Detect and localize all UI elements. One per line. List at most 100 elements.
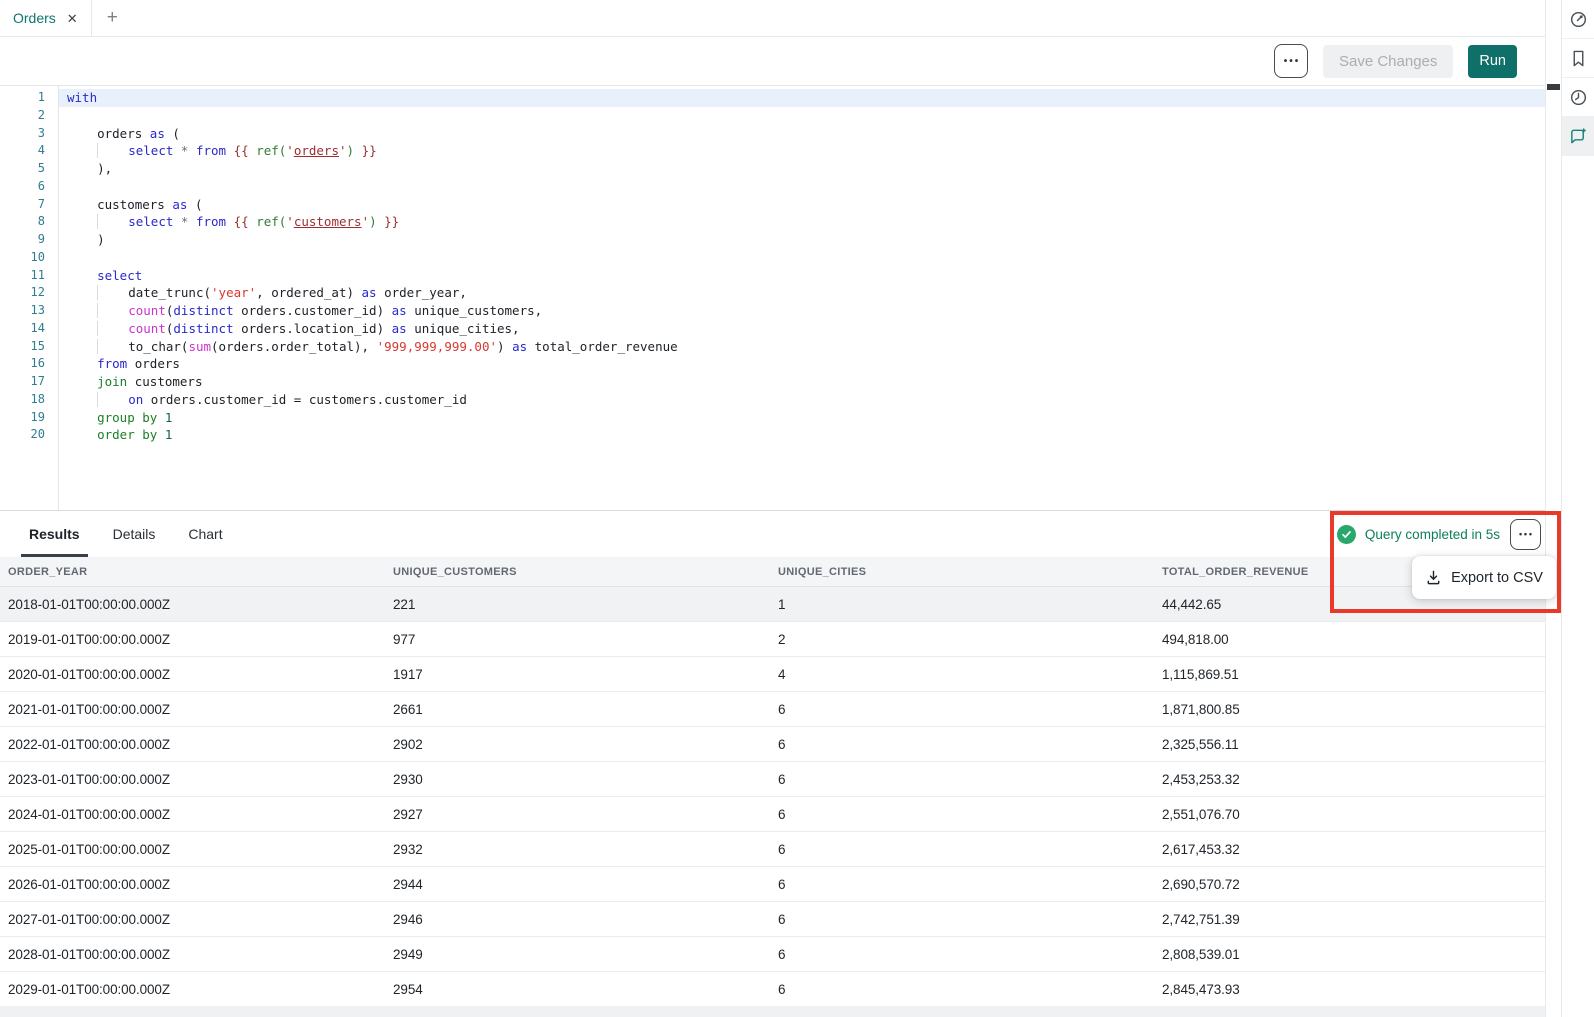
table-row[interactable]: 2023-01-01T00:00:00.000Z293062,453,253.3…: [0, 762, 1545, 797]
code-line[interactable]: 1with: [0, 89, 1545, 107]
table-row[interactable]: 2021-01-01T00:00:00.000Z266161,871,800.8…: [0, 692, 1545, 727]
code-line[interactable]: 15 to_char(sum(orders.order_total), '999…: [0, 338, 1545, 356]
table-cell: 6: [778, 982, 1162, 997]
line-number: 17: [0, 373, 45, 391]
table-cell: 2020-01-01T00:00:00.000Z: [8, 667, 393, 682]
code-line[interactable]: 11 select: [0, 267, 1545, 285]
code-line[interactable]: 12 date_trunc('year', ordered_at) as ord…: [0, 284, 1545, 302]
code-line[interactable]: 17 join customers: [0, 373, 1545, 391]
table-cell: 2029-01-01T00:00:00.000Z: [8, 982, 393, 997]
tab-details-label: Details: [113, 526, 156, 542]
tab-orders-label: Orders: [13, 10, 56, 26]
code-line[interactable]: 19 group by 1: [0, 409, 1545, 427]
export-menu-label: Export to CSV: [1451, 570, 1543, 586]
table-cell: 2,845,473.93: [1162, 982, 1545, 997]
code-line[interactable]: 18 on orders.customer_id = customers.cus…: [0, 391, 1545, 409]
table-cell: 221: [393, 597, 778, 612]
code-line[interactable]: 2: [0, 107, 1545, 125]
table-cell: 2,325,556.11: [1162, 737, 1545, 752]
table-row[interactable]: 2024-01-01T00:00:00.000Z292762,551,076.7…: [0, 797, 1545, 832]
table-cell: 1917: [393, 667, 778, 682]
table-cell: 1,871,800.85: [1162, 702, 1545, 717]
table-row[interactable]: 2026-01-01T00:00:00.000Z294462,690,570.7…: [0, 867, 1545, 902]
code-line[interactable]: 9 ): [0, 231, 1545, 249]
line-number: 19: [0, 409, 45, 427]
run-button[interactable]: Run: [1468, 45, 1517, 78]
table-cell: 2028-01-01T00:00:00.000Z: [8, 947, 393, 962]
code-line[interactable]: 10: [0, 249, 1545, 267]
tab-details[interactable]: Details: [113, 511, 156, 557]
bookmark-icon[interactable]: [1562, 39, 1594, 78]
column-header[interactable]: UNIQUE_CITIES: [778, 566, 1162, 578]
table-cell: 6: [778, 807, 1162, 822]
line-number: 11: [0, 267, 45, 285]
right-icon-rail: [1561, 0, 1594, 1017]
tab-chart[interactable]: Chart: [188, 511, 222, 557]
table-row[interactable]: 2025-01-01T00:00:00.000Z293262,617,453.3…: [0, 832, 1545, 867]
table-cell: 2932: [393, 842, 778, 857]
ai-assist-icon[interactable]: [1562, 117, 1594, 156]
table-row[interactable]: 2020-01-01T00:00:00.000Z191741,115,869.5…: [0, 657, 1545, 692]
code-line[interactable]: 20 order by 1: [0, 426, 1545, 444]
code-lines: 1with2 3 orders as (4 select * from {{ r…: [0, 89, 1545, 444]
new-tab-button[interactable]: +: [92, 0, 133, 36]
table-cell: 1: [778, 597, 1162, 612]
column-header[interactable]: UNIQUE_CUSTOMERS: [393, 566, 778, 578]
column-header[interactable]: ORDER_YEAR: [8, 566, 393, 578]
table-row[interactable]: 2018-01-01T00:00:00.000Z221144,442.65: [0, 587, 1545, 622]
line-number: 8: [0, 213, 45, 231]
tab-results[interactable]: Results: [29, 511, 80, 557]
line-number: 12: [0, 284, 45, 302]
table-cell: 6: [778, 842, 1162, 857]
line-number: 13: [0, 302, 45, 320]
code-line[interactable]: 16 from orders: [0, 355, 1545, 373]
table-cell: 2027-01-01T00:00:00.000Z: [8, 912, 393, 927]
code-line[interactable]: 5 ),: [0, 160, 1545, 178]
table-cell: 2026-01-01T00:00:00.000Z: [8, 877, 393, 892]
success-check-icon: [1337, 525, 1356, 544]
editor-more-button[interactable]: •••: [1274, 44, 1308, 78]
table-cell: 6: [778, 772, 1162, 787]
code-line[interactable]: 4 select * from {{ ref('orders') }}: [0, 142, 1545, 160]
table-cell: 2022-01-01T00:00:00.000Z: [8, 737, 393, 752]
table-cell: 2661: [393, 702, 778, 717]
tab-results-label: Results: [29, 526, 80, 542]
table-cell: 1,115,869.51: [1162, 667, 1545, 682]
table-cell: 2023-01-01T00:00:00.000Z: [8, 772, 393, 787]
ellipsis-icon: •••: [1282, 56, 1301, 67]
editor-scrollbar-thumb[interactable]: [1547, 84, 1560, 90]
code-line[interactable]: 8 select * from {{ ref('customers') }}: [0, 213, 1545, 231]
code-line[interactable]: 14 count(distinct orders.location_id) as…: [0, 320, 1545, 338]
sql-editor[interactable]: 1with2 3 orders as (4 select * from {{ r…: [0, 86, 1545, 510]
line-number: 5: [0, 160, 45, 178]
line-number: 6: [0, 178, 45, 196]
results-more-button[interactable]: •••: [1510, 519, 1541, 550]
horizontal-scrollbar-track[interactable]: [0, 1006, 1545, 1017]
table-row[interactable]: 2019-01-01T00:00:00.000Z9772494,818.00: [0, 622, 1545, 657]
code-line[interactable]: 13 count(distinct orders.customer_id) as…: [0, 302, 1545, 320]
table-cell: 2954: [393, 982, 778, 997]
table-cell: 2946: [393, 912, 778, 927]
download-icon: [1425, 569, 1442, 586]
table-row[interactable]: 2029-01-01T00:00:00.000Z295462,845,473.9…: [0, 972, 1545, 1007]
table-row[interactable]: 2027-01-01T00:00:00.000Z294662,742,751.3…: [0, 902, 1545, 937]
code-line[interactable]: 7 customers as (: [0, 196, 1545, 214]
save-changes-button[interactable]: Save Changes: [1323, 45, 1453, 78]
close-icon[interactable]: ✕: [67, 12, 78, 25]
table-cell: 2,617,453.32: [1162, 842, 1545, 857]
table-cell: 2949: [393, 947, 778, 962]
tab-orders[interactable]: Orders ✕: [0, 0, 92, 36]
table-row[interactable]: 2028-01-01T00:00:00.000Z294962,808,539.0…: [0, 937, 1545, 972]
line-number: 10: [0, 249, 45, 267]
code-line[interactable]: 3 orders as (: [0, 125, 1545, 143]
line-number: 16: [0, 355, 45, 373]
table-cell: 977: [393, 632, 778, 647]
line-number: 7: [0, 196, 45, 214]
history-icon[interactable]: [1562, 78, 1594, 117]
table-row[interactable]: 2022-01-01T00:00:00.000Z290262,325,556.1…: [0, 727, 1545, 762]
gauge-icon[interactable]: [1562, 0, 1594, 39]
line-number: 14: [0, 320, 45, 338]
code-line[interactable]: 6: [0, 178, 1545, 196]
export-menu[interactable]: Export to CSV: [1412, 556, 1556, 599]
line-number: 9: [0, 231, 45, 249]
